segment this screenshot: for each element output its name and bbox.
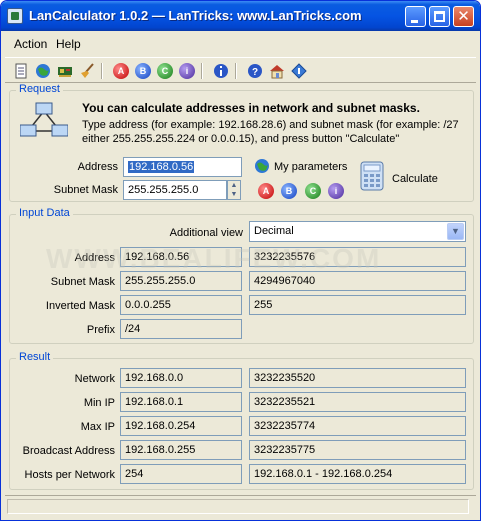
globe-icon[interactable]: [35, 63, 51, 79]
update-icon[interactable]: [291, 63, 307, 79]
network-value: 192.168.0.0: [120, 368, 242, 388]
input-address-label: Address: [74, 252, 115, 264]
additional-view-label: Additional view: [169, 227, 243, 239]
calculator-icon[interactable]: [360, 161, 384, 191]
request-group: Request You can calculate addresses in n…: [9, 83, 474, 202]
inverted-mask-decimal: 255: [249, 295, 466, 315]
maximize-icon: [434, 11, 445, 22]
home-icon[interactable]: [269, 63, 285, 79]
min-ip-value: 192.168.0.1: [120, 392, 242, 412]
prefix-label: Prefix: [86, 324, 115, 336]
request-group-title: Request: [16, 83, 63, 95]
toolbar-separator: [101, 63, 103, 79]
address-input[interactable]: 192.168.0.56: [123, 157, 242, 177]
globe-icon: [255, 159, 269, 173]
hosts-per-network-value: 254: [120, 464, 242, 484]
additional-view-select[interactable]: Decimal ▼: [249, 221, 466, 242]
subnet-mask-spinner[interactable]: ▲ ▼: [227, 180, 241, 200]
inverted-mask-label: Inverted Mask: [45, 300, 115, 312]
max-ip-value: 192.168.0.254: [120, 416, 242, 436]
request-description: Type address (for example: 192.168.28.6)…: [82, 119, 459, 145]
subnet-mask-input[interactable]: 255.255.255.0: [123, 180, 227, 200]
toolbar: A B C i ?: [5, 57, 476, 83]
help-icon[interactable]: ?: [247, 63, 263, 79]
d-icon[interactable]: i: [328, 183, 344, 199]
c-icon[interactable]: C: [157, 63, 173, 79]
title-bar[interactable]: LanCalculator 1.0.2 — LanTricks: www.Lan…: [1, 1, 480, 31]
a-icon[interactable]: A: [258, 183, 274, 199]
min-ip-label: Min IP: [83, 397, 115, 409]
info-icon[interactable]: [213, 63, 229, 79]
network-icon: [20, 102, 68, 137]
app-icon: [7, 8, 23, 24]
minimize-button[interactable]: [405, 6, 426, 27]
network-label: Network: [74, 373, 115, 385]
menu-bar: Action Help: [1, 33, 480, 53]
input-subnet-mask-decimal: 4294967040: [249, 271, 466, 291]
broadcast-address-decimal: 3232235775: [249, 440, 466, 460]
d-icon[interactable]: i: [179, 63, 195, 79]
a-icon[interactable]: A: [113, 63, 129, 79]
request-heading: You can calculate addresses in network a…: [82, 101, 420, 115]
maximize-button[interactable]: [429, 6, 450, 27]
minimize-icon: [411, 20, 418, 23]
toolbar-separator: [235, 63, 237, 79]
status-cell: [7, 499, 469, 514]
subnet-mask-label: Subnet Mask: [53, 184, 118, 196]
input-address-value: 192.168.0.56: [120, 247, 242, 267]
calculate-button[interactable]: Calculate: [392, 173, 438, 185]
input-subnet-mask-value: 255.255.255.0: [120, 271, 242, 291]
b-icon[interactable]: B: [281, 183, 297, 199]
toolbar-separator: [201, 63, 203, 79]
spin-up-icon[interactable]: ▲: [228, 181, 240, 190]
inverted-mask-value: 0.0.0.255: [120, 295, 242, 315]
chevron-down-icon[interactable]: ▼: [447, 223, 464, 240]
max-ip-label: Max IP: [80, 421, 115, 433]
broadcast-address-value: 192.168.0.255: [120, 440, 242, 460]
broom-icon[interactable]: [79, 63, 95, 79]
my-parameters-button[interactable]: My parameters: [274, 161, 347, 173]
address-input-value: 192.168.0.56: [128, 161, 195, 173]
status-bar: [5, 495, 476, 516]
max-ip-decimal: 3232235774: [249, 416, 466, 436]
hosts-per-network-label: Hosts per Network: [24, 469, 115, 481]
prefix-value: /24: [120, 319, 242, 339]
spin-down-icon[interactable]: ▼: [228, 190, 240, 199]
input-data-group-title: Input Data: [16, 207, 73, 219]
c-icon[interactable]: C: [305, 183, 321, 199]
host-range-value: 192.168.0.1 - 192.168.0.254: [249, 464, 466, 484]
menu-help[interactable]: Help: [56, 37, 81, 51]
result-group-title: Result: [16, 351, 54, 363]
input-subnet-mask-label: Subnet Mask: [50, 276, 115, 288]
b-icon[interactable]: B: [135, 63, 151, 79]
notepad-icon[interactable]: [13, 63, 29, 79]
network-decimal: 3232235520: [249, 368, 466, 388]
additional-view-value: Decimal: [254, 225, 294, 237]
network-card-icon[interactable]: [57, 63, 73, 79]
menu-action[interactable]: Action: [14, 37, 47, 51]
address-label: Address: [77, 161, 118, 173]
min-ip-decimal: 3232235521: [249, 392, 466, 412]
app-window: LanCalculator 1.0.2 — LanTricks: www.Lan…: [0, 0, 481, 521]
close-icon: ✕: [457, 8, 470, 25]
close-button[interactable]: ✕: [453, 6, 474, 27]
input-address-decimal: 3232235576: [249, 247, 466, 267]
window-title: LanCalculator 1.0.2 — LanTricks: www.Lan…: [29, 8, 362, 23]
broadcast-address-label: Broadcast Address: [22, 445, 115, 457]
svg-text:?: ?: [252, 67, 258, 78]
